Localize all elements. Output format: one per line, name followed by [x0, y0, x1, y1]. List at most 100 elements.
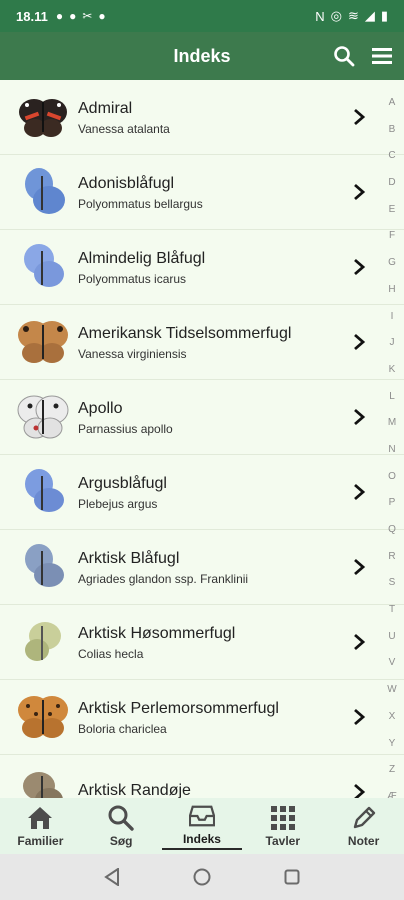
alphabet-letter[interactable]: Y	[389, 731, 396, 758]
alphabet-letter[interactable]: V	[389, 650, 396, 677]
alphabet-letter[interactable]: K	[389, 357, 396, 384]
alphabet-letter[interactable]: D	[388, 170, 395, 197]
nav-tavler[interactable]: Tavler	[243, 805, 323, 848]
nfc-icon: N	[315, 8, 325, 24]
status-bar: 18.11 ● ● ✂ ● N ◎ ≋ ◢ ▮	[0, 0, 404, 32]
list-item[interactable]: Arktisk Perlemorsommerfugl Boloria chari…	[0, 680, 404, 755]
species-name: Amerikansk Tidselsommerfugl	[78, 325, 292, 342]
species-scientific-name: Colias hecla	[78, 647, 144, 661]
alphabet-letter[interactable]: E	[389, 197, 396, 224]
alphabet-letter[interactable]: I	[391, 304, 394, 331]
alphabet-letter[interactable]: M	[388, 410, 396, 437]
recents-icon[interactable]	[282, 867, 302, 887]
alphabet-letter[interactable]: W	[387, 677, 396, 704]
list-item[interactable]: Argusblåfugl Plebejus argus	[0, 455, 404, 530]
chevron-right-icon	[354, 708, 366, 726]
alphabet-letter[interactable]: H	[388, 277, 395, 304]
species-name: Arktisk Randøje	[78, 782, 191, 798]
alphabet-letter[interactable]: Z	[389, 757, 395, 784]
butterfly-grey-icon	[14, 538, 72, 596]
butterfly-blue-icon	[14, 463, 72, 521]
chevron-right-icon	[354, 108, 366, 126]
nav-familier[interactable]: Familier	[0, 805, 80, 848]
species-name: Arktisk Perlemorsommerfugl	[78, 700, 279, 717]
list-item[interactable]: Admiral Vanessa atalanta	[0, 80, 404, 155]
tools-icon: ✂	[82, 9, 93, 23]
home-icon	[27, 805, 53, 831]
chevron-right-icon	[354, 558, 366, 576]
species-scientific-name: Polyommatus icarus	[78, 272, 187, 286]
app-bar: Indeks	[0, 32, 404, 80]
alphabet-letter[interactable]: Q	[388, 517, 396, 544]
chevron-right-icon	[354, 183, 366, 201]
alphabet-letter[interactable]: P	[389, 490, 396, 517]
nav-label: Familier	[17, 833, 64, 848]
species-name: Arktisk Høsommerfugl	[78, 625, 236, 642]
list-item[interactable]: Arktisk Høsommerfugl Colias hecla	[0, 605, 404, 680]
alphabet-letter[interactable]: B	[389, 117, 396, 144]
list-item[interactable]: Arktisk Blåfugl Agriades glandon ssp. Fr…	[0, 530, 404, 605]
list-item[interactable]: Arktisk Randøje	[0, 755, 404, 798]
butterfly-blue-icon	[14, 163, 72, 221]
wifi-icon: ≋	[347, 8, 359, 23]
back-icon[interactable]	[102, 867, 122, 887]
battery-icon: ▮	[380, 8, 388, 23]
system-navigation-bar	[0, 854, 404, 900]
species-name: Almindelig Blåfugl	[78, 250, 206, 267]
chevron-right-icon	[354, 483, 366, 501]
chevron-right-icon	[354, 783, 366, 798]
alphabet-letter[interactable]: R	[388, 544, 395, 571]
butterfly-admiral-icon	[14, 88, 72, 146]
list-item[interactable]: Apollo Parnassius apollo	[0, 380, 404, 455]
species-name: Apollo	[78, 400, 123, 417]
home-circle-icon[interactable]	[192, 867, 212, 887]
grid-icon	[270, 805, 296, 831]
alphabet-letter[interactable]: U	[388, 624, 395, 651]
species-name: Adonisblåfugl	[78, 175, 175, 192]
alphabet-letter[interactable]: N	[388, 437, 395, 464]
status-time: 18.11	[16, 8, 48, 24]
alphabet-letter[interactable]: S	[389, 570, 396, 597]
alphabet-letter[interactable]: O	[388, 464, 396, 491]
nav-label: Indeks	[182, 831, 221, 846]
bottom-navigation: Familier Søg Indeks Tavler Noter	[0, 798, 404, 854]
nav-sog[interactable]: Søg	[81, 805, 161, 848]
butterfly-blue-icon	[14, 238, 72, 296]
alphabet-letter[interactable]: L	[389, 384, 395, 411]
page-title: Indeks	[173, 45, 231, 66]
list-item[interactable]: Almindelig Blåfugl Polyommatus icarus	[0, 230, 404, 305]
alphabet-letter[interactable]: T	[389, 597, 395, 624]
list-item[interactable]: Adonisblåfugl Polyommatus bellargus	[0, 155, 404, 230]
species-scientific-name: Vanessa virginiensis	[78, 347, 187, 361]
butterfly-orange-icon	[14, 313, 72, 371]
alphabet-letter[interactable]: C	[388, 143, 395, 170]
menu-icon[interactable]	[370, 44, 394, 68]
alphabet-letter[interactable]: A	[389, 90, 396, 117]
butterfly-green-icon	[14, 613, 72, 671]
chevron-right-icon	[354, 258, 366, 276]
alphabet-letter[interactable]: G	[388, 250, 396, 277]
search-icon	[108, 805, 134, 831]
species-scientific-name: Polyommatus bellargus	[78, 197, 203, 211]
species-scientific-name: Parnassius apollo	[78, 422, 173, 436]
hotspot-icon: ◎	[330, 8, 342, 23]
list-item[interactable]: Amerikansk Tidselsommerfugl Vanessa virg…	[0, 305, 404, 380]
chevron-right-icon	[354, 633, 366, 651]
nav-noter[interactable]: Noter	[324, 805, 404, 848]
alphabet-index[interactable]: ABCDEFGHIJKLMNOPQRSTUVWXYZÆØ	[380, 90, 404, 829]
inbox-icon	[188, 803, 215, 829]
nav-label: Søg	[109, 833, 133, 848]
chevron-right-icon	[354, 333, 366, 351]
signal-icon: ◢	[364, 8, 375, 23]
alphabet-letter[interactable]: X	[389, 704, 396, 731]
alphabet-letter[interactable]: F	[389, 223, 395, 250]
butterfly-white-icon	[14, 388, 72, 446]
butterfly-fritillary-icon	[14, 688, 72, 746]
species-list: Admiral Vanessa atalanta Adonisblåfugl P…	[0, 80, 404, 798]
chevron-right-icon	[354, 408, 366, 426]
alphabet-letter[interactable]: J	[390, 330, 395, 357]
species-scientific-name: Boloria chariclea	[78, 722, 167, 736]
search-icon[interactable]	[332, 44, 356, 68]
nav-indeks[interactable]: Indeks	[161, 803, 242, 850]
species-name: Admiral	[78, 100, 133, 117]
